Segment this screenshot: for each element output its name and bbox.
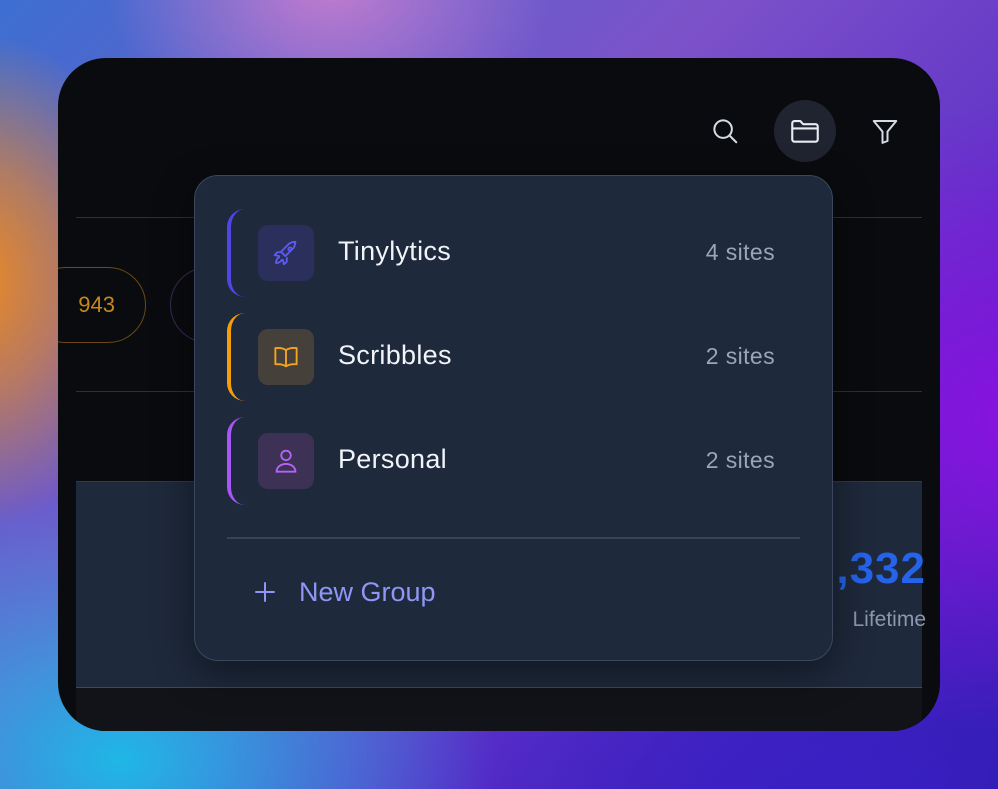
group-item-personal[interactable]: Personal 2 sites [227,417,801,505]
group-site-count: 2 sites [705,343,775,369]
group-name: Scribbles [338,340,452,370]
bottom-strip [76,688,922,731]
search-button[interactable] [694,100,756,162]
group-icon-tile [258,225,314,281]
filter-button[interactable] [854,100,916,162]
menu-divider [227,537,800,539]
group-name: Personal [338,444,447,474]
group-icon-tile [258,433,314,489]
group-icon-tile [258,329,314,385]
book-open-icon [274,346,298,368]
search-icon [713,119,738,144]
group-site-count: 4 sites [705,239,775,265]
group-site-count: 2 sites [705,447,775,473]
group-item-tinylytics[interactable]: Tinylytics 4 sites [227,209,801,297]
user-icon [275,449,297,473]
new-group-label: New Group [299,576,436,607]
group-name: Tinylytics [338,236,452,266]
stat-label: Lifetime [852,608,926,631]
new-group-button[interactable]: New Group [253,570,436,614]
group-item-scribbles[interactable]: Scribbles 2 sites [227,313,801,401]
stat-number: ,332 [836,544,926,593]
folder-icon [791,120,819,143]
rocket-icon [273,240,297,266]
folder-button[interactable] [774,100,836,162]
stat-pill-value: 943 [78,292,115,317]
stat-pill[interactable]: 943 [58,267,146,343]
filter-icon [872,120,898,144]
plus-icon [253,580,281,604]
groups-dropdown: Tinylytics 4 sites Scribbles 2 sites Per… [194,175,833,661]
